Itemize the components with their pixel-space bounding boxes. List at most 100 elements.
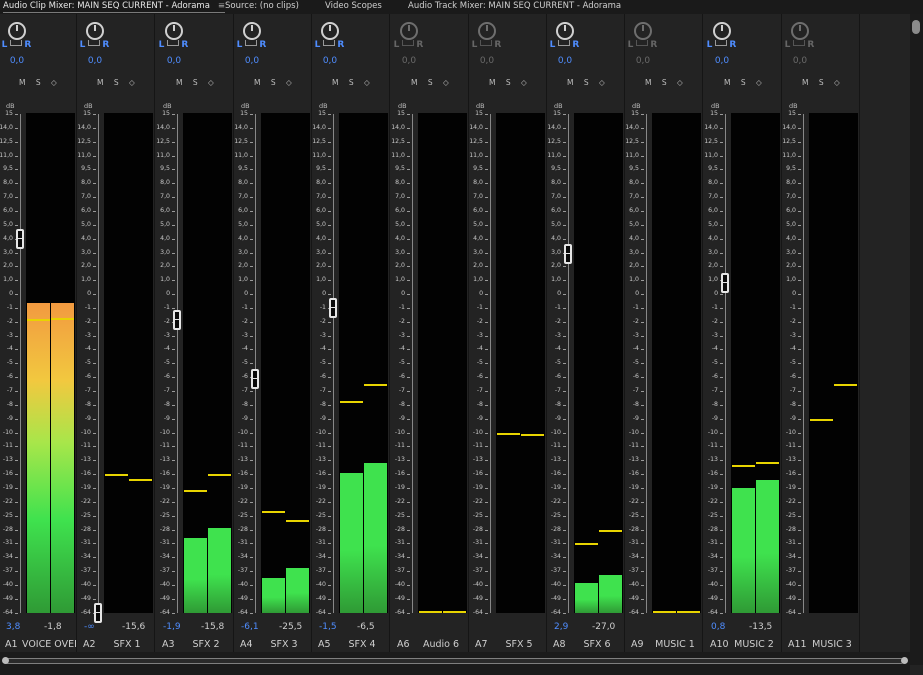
scale-tick-label: -7 — [84, 387, 91, 394]
mute-solo-keyframe-buttons[interactable]: M S ◇ — [489, 78, 533, 87]
scale-tick-mark — [641, 543, 644, 545]
pan-value[interactable]: 0,0 — [702, 56, 742, 66]
clip-volume-value[interactable]: 2,9 — [554, 622, 568, 632]
scale-tick-label: 11,0 — [156, 151, 170, 159]
pan-value[interactable]: 0,0 — [545, 56, 585, 66]
scale-tick-label: -4 — [319, 345, 326, 353]
clip-volume-value[interactable]: -6,1 — [241, 622, 259, 632]
pan-value[interactable]: 0,0 — [310, 56, 350, 66]
scale-tick-mark — [798, 349, 801, 351]
clip-volume-value[interactable]: -1,5 — [319, 622, 337, 632]
pan-value[interactable]: 0,0 — [232, 56, 272, 66]
volume-fader-handle[interactable] — [173, 310, 181, 331]
tab-video-scopes[interactable]: Video Scopes — [325, 1, 382, 11]
pan-knob-icon[interactable] — [165, 22, 183, 40]
scale-tick-mark — [798, 529, 801, 531]
volume-fader-handle[interactable] — [94, 602, 102, 623]
pan-knob-icon[interactable] — [86, 22, 104, 40]
vertical-scroll-thumb[interactable] — [912, 20, 920, 34]
scale-tick-mark — [485, 446, 488, 448]
scale-tick-mark — [563, 474, 566, 476]
volume-fader-handle[interactable] — [721, 272, 729, 293]
scale-tick-mark — [172, 183, 175, 185]
scale-tick-mark — [15, 183, 18, 185]
mute-solo-keyframe-buttons[interactable]: M S ◇ — [567, 78, 611, 87]
pan-value[interactable]: 0,0 — [75, 56, 115, 66]
mute-solo-keyframe-buttons[interactable]: M S ◇ — [176, 78, 220, 87]
pan-knob-icon[interactable] — [556, 22, 574, 40]
pan-knob-icon[interactable] — [8, 22, 26, 40]
scale-tick-mark — [485, 391, 488, 392]
scale-tick-mark — [563, 446, 566, 448]
scale-tick-mark — [485, 127, 488, 129]
scale-tick-label: -34 — [237, 553, 248, 561]
mute-solo-keyframe-buttons[interactable]: M S ◇ — [254, 78, 298, 87]
pan-knob-icon[interactable] — [634, 22, 652, 40]
scale-tick-label: 12,5 — [77, 137, 91, 145]
peak-indicator — [184, 490, 207, 493]
tab-source[interactable]: Source: (no clips) — [225, 1, 299, 11]
level-meter — [574, 113, 623, 613]
peak-indicator — [599, 529, 622, 532]
scale-tick-label: -49 — [2, 594, 13, 602]
scale-tick-label: 7,0 — [708, 193, 718, 201]
scroll-handle-left[interactable] — [2, 657, 9, 664]
scale-tick-label: -5 — [398, 359, 405, 367]
scale-tick-label: -8 — [6, 400, 13, 408]
scale-tick-label: 6,0 — [551, 206, 561, 214]
mute-solo-keyframe-buttons[interactable]: M S ◇ — [19, 78, 63, 87]
scale-tick-label: -9 — [319, 414, 326, 422]
mute-solo-keyframe-buttons[interactable]: M S ◇ — [802, 78, 846, 87]
horizontal-scroll-thumb[interactable] — [4, 658, 904, 664]
scale-tick-mark — [93, 307, 96, 309]
volume-fader-handle[interactable] — [16, 228, 24, 249]
scroll-handle-right[interactable] — [901, 657, 908, 664]
scale-tick-label: 7,0 — [551, 193, 561, 201]
scale-tick-label: 3,0 — [160, 248, 170, 256]
scale-tick-label: 5,0 — [551, 220, 561, 228]
tab-audio-clip-mixer[interactable]: Audio Clip Mixer: MAIN SEQ CURRENT - Ado… — [3, 1, 226, 13]
clip-volume-value[interactable]: -∞ — [84, 622, 95, 632]
pan-knob-icon[interactable] — [321, 22, 339, 40]
horizontal-scrollbar[interactable] — [0, 652, 910, 675]
volume-fader-handle[interactable] — [329, 297, 337, 318]
pan-knob-icon[interactable] — [791, 22, 809, 40]
scale-tick-label: 9,5 — [3, 165, 13, 173]
pan-value[interactable]: 0,0 — [623, 56, 663, 66]
pan-knob-icon[interactable] — [713, 22, 731, 40]
scale-tick-mark — [720, 349, 723, 351]
scale-tick-mark — [407, 612, 410, 614]
volume-fader-handle[interactable] — [564, 243, 572, 264]
pan-knob-icon[interactable] — [243, 22, 261, 40]
clip-volume-value[interactable]: 0,8 — [711, 622, 725, 632]
clip-volume-value[interactable]: -1,9 — [163, 622, 181, 632]
clip-volume-value[interactable]: 3,8 — [6, 622, 20, 632]
mute-solo-keyframe-buttons[interactable]: M S ◇ — [97, 78, 141, 87]
volume-fader-handle[interactable] — [251, 368, 259, 389]
scale-tick-mark — [720, 391, 723, 392]
tab-audio-track-mixer[interactable]: Audio Track Mixer: MAIN SEQ CURRENT - Ad… — [408, 1, 621, 11]
scale-tick-label: 15 — [162, 110, 170, 117]
scale-tick-label: 7,0 — [395, 193, 405, 201]
track-name: SFX 3 — [270, 639, 298, 650]
panel-menu-icon[interactable]: ≡ — [218, 1, 225, 11]
scale-tick-label: -22 — [159, 497, 170, 505]
pan-value[interactable]: 0,0 — [154, 56, 194, 66]
mute-solo-keyframe-buttons[interactable]: M S ◇ — [645, 78, 689, 87]
pan-value[interactable]: 0,0 — [467, 56, 507, 66]
scale-tick-label: -25 — [394, 511, 405, 519]
mute-solo-keyframe-buttons[interactable]: M S ◇ — [332, 78, 376, 87]
fader-track — [490, 114, 491, 613]
pan-value[interactable]: 0,0 — [389, 56, 429, 66]
pan-knob-icon[interactable] — [400, 22, 418, 40]
scale-tick-mark — [720, 571, 723, 573]
scale-tick-mark — [15, 501, 18, 503]
mute-solo-keyframe-buttons[interactable]: M S ◇ — [411, 78, 455, 87]
scale-tick-label: -34 — [550, 553, 561, 561]
pan-value[interactable]: 0,0 — [780, 56, 820, 66]
vertical-scrollbar[interactable] — [910, 14, 923, 665]
pan-value[interactable]: 0,0 — [0, 56, 37, 66]
scale-tick-label: 6,0 — [708, 206, 718, 214]
mute-solo-keyframe-buttons[interactable]: M S ◇ — [724, 78, 768, 87]
pan-knob-icon[interactable] — [478, 22, 496, 40]
